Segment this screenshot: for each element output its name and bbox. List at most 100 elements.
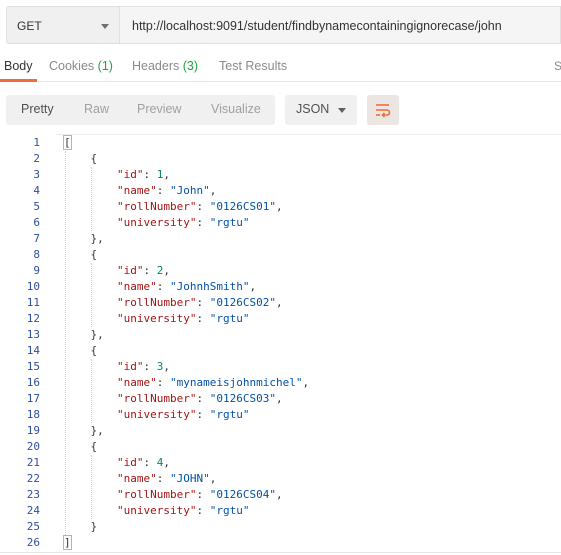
tab-cookies-count: (1): [97, 59, 113, 73]
code-line: {: [64, 247, 98, 263]
json-key: "rollNumber": [116, 392, 197, 405]
json-key: "id": [116, 264, 144, 277]
code-line: "name": "JohnhSmith",: [64, 279, 256, 295]
code-line: },: [64, 423, 104, 439]
json-colon: :: [196, 200, 210, 213]
code-line: },: [64, 327, 104, 343]
json-colon: :: [156, 472, 170, 485]
tab-body[interactable]: Body: [4, 59, 33, 73]
json-string-value: "rgtu": [209, 312, 250, 325]
code-line: "name": "mynameisjohnmichel",: [64, 375, 309, 391]
json-string-value: "John": [169, 184, 210, 197]
format-select-label: JSON: [296, 102, 330, 116]
raw-button[interactable]: Raw: [84, 102, 109, 116]
line-number: 12: [26, 312, 40, 325]
url-input[interactable]: http://localhost:9091/student/findbyname…: [120, 6, 561, 44]
json-string-value: "0126CS03": [209, 392, 276, 405]
pretty-button[interactable]: Pretty: [21, 102, 54, 116]
tab-headers[interactable]: Headers (3): [132, 59, 198, 73]
json-colon: :: [143, 168, 157, 181]
json-colon: :: [196, 312, 210, 325]
line-number: 16: [26, 376, 40, 389]
json-colon: :: [156, 376, 170, 389]
open-brace: {: [90, 440, 98, 453]
code-line: {: [64, 439, 98, 455]
wrap-lines-button[interactable]: [367, 95, 399, 125]
format-toolbar: Pretty Raw Preview Visualize JSON: [0, 90, 561, 130]
code-line: "rollNumber": "0126CS02",: [64, 295, 283, 311]
request-bar: GET http://localhost:9091/student/findby…: [0, 0, 561, 50]
line-number: 7: [33, 232, 40, 245]
view-mode-group: Pretty Raw Preview Visualize: [6, 95, 275, 125]
json-key: "id": [116, 456, 144, 469]
code-line: },: [64, 231, 104, 247]
json-string-value: "JohnhSmith": [169, 280, 250, 293]
json-key: "name": [116, 280, 157, 293]
json-string-value: "rgtu": [209, 408, 250, 421]
json-key: "name": [116, 184, 157, 197]
json-string-value: "rgtu": [209, 504, 250, 517]
response-body-editor[interactable]: 1 2 3 4 5 6 7 8 9 10 11 12 13 14 15 16 17 18 19 20 21 22 23 24 2…: [0, 134, 561, 555]
indent-guide: [91, 167, 93, 231]
json-comma: ,: [209, 472, 217, 485]
line-number: 1: [33, 136, 40, 149]
open-brace: {: [90, 152, 98, 165]
tab-test-results-label: Test Results: [219, 59, 288, 73]
json-key: "university": [116, 312, 197, 325]
json-key: "rollNumber": [116, 296, 197, 309]
line-number: 3: [33, 168, 40, 181]
json-key: "id": [116, 360, 144, 373]
line-number: 10: [26, 280, 40, 293]
indent-guide: [91, 263, 93, 327]
open-brace: {: [90, 344, 98, 357]
line-number: 21: [26, 456, 40, 469]
json-colon: :: [143, 360, 157, 373]
format-select[interactable]: JSON: [285, 95, 357, 125]
visualize-button[interactable]: Visualize: [211, 102, 261, 116]
json-key: "id": [116, 168, 144, 181]
line-number: 5: [33, 200, 40, 213]
line-number: 4: [33, 184, 40, 197]
indent-guide: [91, 455, 93, 519]
line-number: 9: [33, 264, 40, 277]
json-comma: ,: [163, 456, 170, 469]
code-line: "name": "John",: [64, 183, 216, 199]
json-key: "university": [116, 408, 197, 421]
line-number: 25: [26, 520, 40, 533]
code-line: [: [63, 135, 72, 151]
line-number: 13: [26, 328, 40, 341]
method-select[interactable]: GET: [6, 6, 120, 44]
line-number: 20: [26, 440, 40, 453]
close-brace: },: [90, 232, 104, 245]
code-line: "id": 2,: [64, 263, 170, 279]
tab-test-results[interactable]: Test Results: [219, 59, 287, 73]
code-line: "rollNumber": "0126CS03",: [64, 391, 283, 407]
code-line: "id": 3,: [64, 359, 170, 375]
open-brace: {: [90, 248, 98, 261]
tab-cookies[interactable]: Cookies (1): [49, 59, 113, 73]
json-comma: ,: [302, 376, 310, 389]
json-key: "rollNumber": [116, 488, 197, 501]
chevron-down-icon: [101, 24, 109, 29]
code-line: {: [64, 151, 98, 167]
method-label: GET: [17, 19, 42, 33]
json-colon: :: [156, 184, 170, 197]
open-bracket: [: [63, 135, 72, 150]
line-number: 22: [26, 472, 40, 485]
json-colon: :: [196, 408, 210, 421]
preview-button[interactable]: Preview: [137, 102, 181, 116]
json-colon: :: [196, 392, 210, 405]
json-colon: :: [156, 280, 170, 293]
json-comma: ,: [275, 296, 283, 309]
json-string-value: "JOHN": [169, 472, 210, 485]
json-comma: ,: [163, 360, 170, 373]
url-text: http://localhost:9091/student/findbyname…: [132, 19, 502, 33]
json-string-value: "0126CS02": [209, 296, 276, 309]
code-area[interactable]: [ { "id": 1, "name": "John", "rollNumber…: [56, 134, 561, 555]
json-colon: :: [196, 488, 210, 501]
json-key: "rollNumber": [116, 200, 197, 213]
line-number: 24: [26, 504, 40, 517]
close-brace: }: [90, 520, 98, 533]
line-number: 15: [26, 360, 40, 373]
tab-edge-text: S: [554, 59, 561, 73]
